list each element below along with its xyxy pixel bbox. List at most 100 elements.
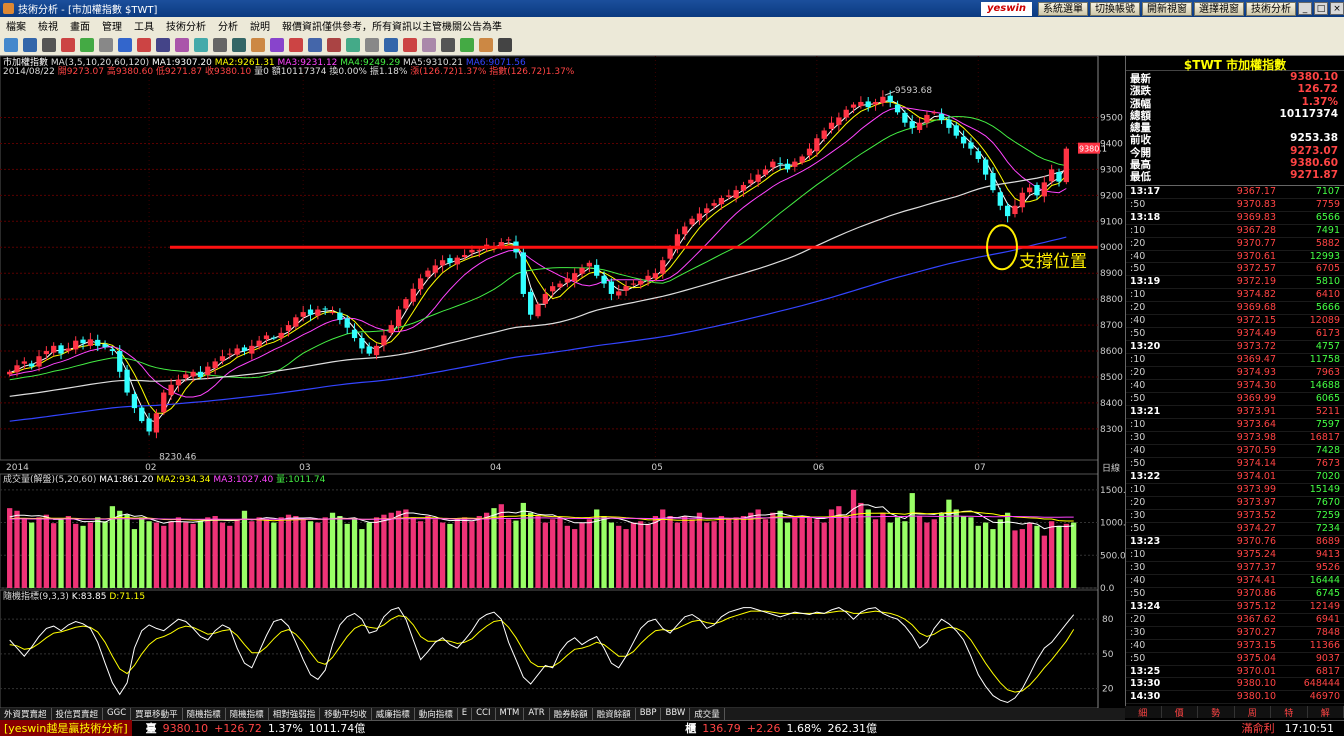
panel-tab[interactable]: 解 xyxy=(1308,706,1344,718)
panel-tab[interactable]: 勢 xyxy=(1198,706,1235,718)
indicator-tab[interactable]: CCI xyxy=(472,708,495,720)
menu-item[interactable]: 工具 xyxy=(128,18,160,33)
toolbar-icon[interactable] xyxy=(61,38,75,52)
indicator-tab[interactable]: BBP xyxy=(636,708,662,720)
indicator-tab[interactable]: E xyxy=(458,708,472,720)
toolbar-icon[interactable] xyxy=(289,38,303,52)
toolbar-icon[interactable] xyxy=(42,38,56,52)
toolbar-icon[interactable] xyxy=(498,38,512,52)
toolbar-icon[interactable] xyxy=(308,38,322,52)
volume-bar xyxy=(425,516,430,588)
candle-body xyxy=(829,123,834,129)
toolbar-icon[interactable] xyxy=(441,38,455,52)
toolbar-icon[interactable] xyxy=(4,38,18,52)
candle-body xyxy=(124,370,129,393)
indicator-tab[interactable]: 相對強弱指 xyxy=(269,708,321,720)
volume-bar xyxy=(323,517,328,588)
indicator-tab[interactable]: 成交量 xyxy=(690,708,725,720)
volume-bar xyxy=(190,524,195,588)
tick-row: 13:179367.177107 xyxy=(1126,186,1344,199)
maximize-icon[interactable]: □ xyxy=(1314,2,1328,15)
menu-item[interactable]: 說明 xyxy=(244,18,276,33)
candle-body xyxy=(7,372,12,375)
candle-body xyxy=(954,125,959,135)
menu-item[interactable]: 畫面 xyxy=(64,18,96,33)
indicator-tab[interactable]: 融券餘額 xyxy=(550,708,593,720)
tick-price: 9374.49 xyxy=(1188,328,1276,340)
top-button[interactable]: 切換帳號 xyxy=(1090,2,1140,16)
indicator-tab[interactable]: BBW xyxy=(661,708,690,720)
indicator-tab[interactable]: 買單移動平 xyxy=(131,708,183,720)
tick-volume: 7428 xyxy=(1276,445,1344,457)
toolbar xyxy=(0,34,1344,56)
volume-bar xyxy=(579,523,584,588)
panel-tab[interactable]: 特 xyxy=(1271,706,1308,718)
legend-item: 收9380.10 xyxy=(205,65,254,77)
toolbar-icon[interactable] xyxy=(327,38,341,52)
toolbar-icon[interactable] xyxy=(422,38,436,52)
panel-tab[interactable]: 周 xyxy=(1235,706,1272,718)
toolbar-icon[interactable] xyxy=(365,38,379,52)
top-button[interactable]: 選擇視窗 xyxy=(1194,2,1244,16)
menu-item[interactable]: 檔案 xyxy=(0,18,32,33)
toolbar-icon[interactable] xyxy=(213,38,227,52)
taiex-label: 臺 xyxy=(146,720,157,736)
minimize-icon[interactable]: _ xyxy=(1298,2,1312,15)
toolbar-icon[interactable] xyxy=(384,38,398,52)
toolbar-icon[interactable] xyxy=(23,38,37,52)
volume-bar xyxy=(7,508,12,588)
candle-body xyxy=(866,101,871,107)
top-button[interactable]: 開新視窗 xyxy=(1142,2,1192,16)
indicator-tab[interactable]: ATR xyxy=(524,708,549,720)
toolbar-icon[interactable] xyxy=(156,38,170,52)
tick-row: :409372.1512089 xyxy=(1126,315,1344,328)
indicator-tab[interactable]: 動向指標 xyxy=(415,708,458,720)
close-icon[interactable]: × xyxy=(1330,2,1344,15)
indicator-tab[interactable]: MTM xyxy=(496,708,525,720)
indicator-tab[interactable]: 隨機指標 xyxy=(226,708,269,720)
menu-item[interactable]: 報價資訊僅供參考，所有資訊以主管機關公告為準 xyxy=(276,18,508,33)
top-button[interactable]: 系統選單 xyxy=(1038,2,1088,16)
top-button[interactable]: 技術分析 xyxy=(1246,2,1296,16)
indicator-tab[interactable]: 外資買賣超 xyxy=(0,708,52,720)
toolbar-icon[interactable] xyxy=(137,38,151,52)
menu-item[interactable]: 管理 xyxy=(96,18,128,33)
toolbar-icon[interactable] xyxy=(118,38,132,52)
candle-body xyxy=(1012,206,1017,214)
menu-item[interactable]: 分析 xyxy=(212,18,244,33)
indicator-tab[interactable]: 威廉指標 xyxy=(372,708,415,720)
toolbar-icon[interactable] xyxy=(270,38,284,52)
candle-body xyxy=(623,286,628,291)
candle-body xyxy=(190,372,195,377)
candle-body xyxy=(469,250,474,253)
toolbar-icon[interactable] xyxy=(80,38,94,52)
candle-body xyxy=(227,354,232,355)
indicator-tab[interactable]: 隨機指標 xyxy=(183,708,226,720)
indicator-tab[interactable]: 移動平均收 xyxy=(320,708,372,720)
menu-item[interactable]: 檢視 xyxy=(32,18,64,33)
alert-text[interactable]: 滿俞利 xyxy=(1242,720,1275,736)
candle-body xyxy=(315,310,320,316)
volume-bar xyxy=(168,521,173,588)
panel-tab[interactable]: 細 xyxy=(1125,706,1162,718)
indicator-tab[interactable]: 融資餘額 xyxy=(593,708,636,720)
tick-volume: 6566 xyxy=(1276,212,1344,224)
toolbar-icon[interactable] xyxy=(251,38,265,52)
tick-time: :10 xyxy=(1126,225,1188,237)
toolbar-icon[interactable] xyxy=(479,38,493,52)
toolbar-icon[interactable] xyxy=(99,38,113,52)
indicator-tab[interactable]: 投信買賣超 xyxy=(52,708,104,720)
panel-tab[interactable]: 價 xyxy=(1162,706,1199,718)
toolbar-icon[interactable] xyxy=(232,38,246,52)
volume-bar xyxy=(1005,513,1010,588)
candle-body xyxy=(800,156,805,162)
chart-area[interactable]: 8300840085008600870088008900900091009200… xyxy=(0,56,1125,708)
toolbar-icon[interactable] xyxy=(460,38,474,52)
toolbar-icon[interactable] xyxy=(403,38,417,52)
toolbar-icon[interactable] xyxy=(346,38,360,52)
menu-item[interactable]: 技術分析 xyxy=(160,18,212,33)
tick-price: 9370.01 xyxy=(1188,666,1276,678)
toolbar-icon[interactable] xyxy=(194,38,208,52)
indicator-tab[interactable]: GGC xyxy=(103,708,131,720)
toolbar-icon[interactable] xyxy=(175,38,189,52)
